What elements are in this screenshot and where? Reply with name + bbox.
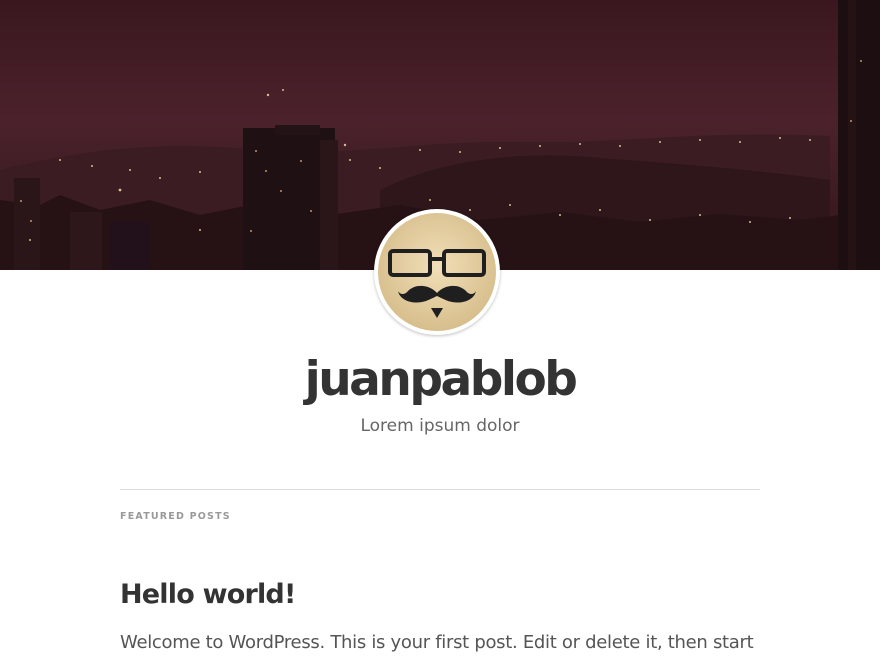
site-title[interactable]: juanpablob [0,350,880,410]
post-excerpt: Welcome to WordPress. This is your first… [120,632,754,653]
mustache-glasses-avatar-icon [378,213,496,331]
featured-posts-label: FEATURED POSTS [120,511,231,522]
divider [120,489,760,490]
site-description: Lorem ipsum dolor [360,416,520,436]
post-title-link[interactable]: Hello world! [120,577,296,613]
site-avatar[interactable] [374,209,500,335]
